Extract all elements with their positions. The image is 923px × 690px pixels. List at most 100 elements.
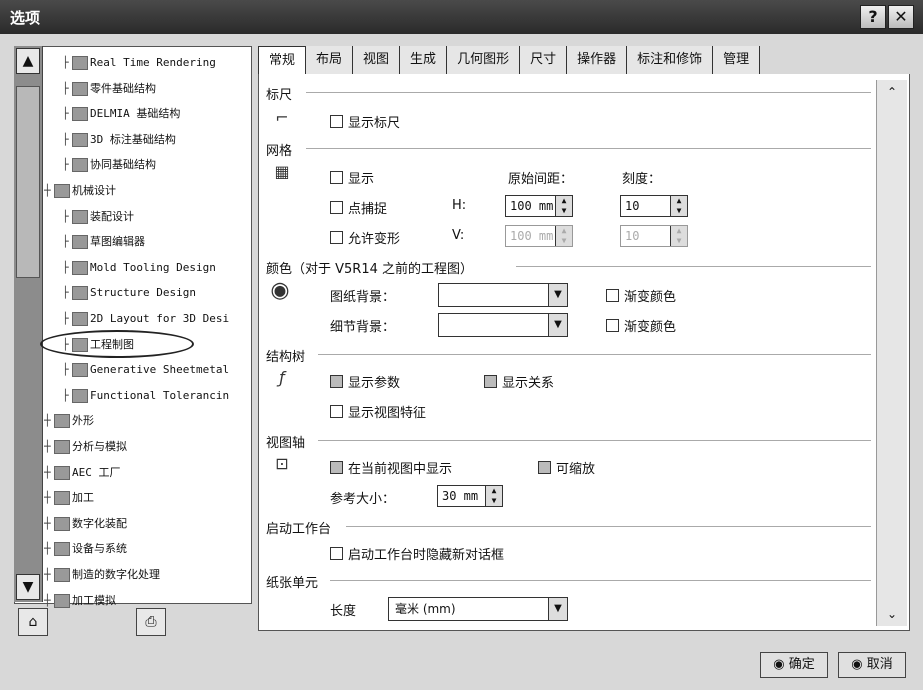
ok-label: 确定 [788,657,815,672]
tree-connector-icon: ┼ [44,184,51,197]
tree-item-label: 加工模拟 [72,593,116,607]
grid-show-checkbox[interactable]: 显示 [330,168,374,187]
grid-show-label: 显示 [348,172,375,187]
tab-8[interactable]: 管理 [713,46,761,74]
workbench-icon [72,132,88,147]
allow-distortion-checkbox[interactable]: 允许变形 [330,228,400,247]
scroll-down-icon[interactable]: ⌄ [882,604,902,624]
checkbox-icon[interactable] [538,461,551,474]
dropdown-arrow-icon[interactable]: ▼ [548,598,567,620]
checkbox-icon[interactable] [606,319,619,332]
tree-item[interactable]: ┼ 外形 [44,410,94,432]
gradient-color-checkbox-2[interactable]: 渐变颜色 [606,316,676,335]
tree-item-label: 零件基础结构 [90,81,156,95]
tree-item-label: 分析与模拟 [72,440,127,453]
hide-new-dialog-label: 启动工作台时隐藏新对话框 [348,548,505,563]
tree-item[interactable]: ┼ 设备与系统 [44,538,127,560]
help-button[interactable]: ? [860,5,886,29]
tree-item[interactable]: ├ 草图编辑器 [62,231,145,253]
tree-item[interactable]: ├ Mold Tooling Design [62,257,216,279]
ref-size-stepper[interactable]: 30 mm ▲ ▼ [437,485,503,507]
stepper-arrows-icon[interactable]: ▲ ▼ [555,196,572,216]
dropdown-arrow-icon[interactable]: ▼ [548,284,567,306]
ok-button[interactable]: ◉ 确定 [760,652,828,678]
checkbox-icon[interactable] [330,231,343,244]
tree-item[interactable]: ├ Generative Sheetmetal [62,359,229,381]
tree-item[interactable]: ├ Real Time Rendering [62,52,216,74]
scroll-up-arrow-icon[interactable]: ▲ [16,48,40,74]
tree-tool-icon-2[interactable]: ⎙ [136,608,166,636]
show-params-label: 显示参数 [348,376,401,391]
workbench-icon [72,158,88,173]
tree-item[interactable]: ├ 3D 标注基础结构 [62,129,176,151]
checkbox-icon[interactable] [330,375,343,388]
tree-item[interactable]: ┼ 分析与模拟 [44,436,127,458]
view-axis-icon: ⊡ [275,454,289,473]
checkbox-icon[interactable] [484,375,497,388]
tree-item[interactable]: ┼ 加工模拟 [44,590,116,612]
tree-item[interactable]: ├ 装配设计 [62,206,134,228]
stepper-arrows-icon[interactable]: ▲ ▼ [485,486,502,506]
tab-7[interactable]: 标注和修饰 [627,46,714,74]
tree-item-label: Functional Tolerancin [90,388,230,402]
tab-6[interactable]: 操作器 [567,46,628,74]
scroll-down-arrow-icon[interactable]: ▼ [16,574,40,600]
tree-item[interactable]: ┼ 机械设计 [44,180,116,202]
tree-item[interactable]: ┼ 加工 [44,487,94,509]
detail-bg-color-select[interactable]: ▼ [438,313,568,337]
show-view-features-checkbox[interactable]: 显示视图特征 [330,402,426,421]
tree-scrollbar[interactable]: ▲ ▼ [14,46,43,602]
show-params-checkbox[interactable]: 显示参数 [330,372,400,391]
tab-1[interactable]: 布局 [306,46,354,74]
content-scrollbar[interactable]: ⌃ ⌄ [876,80,907,626]
tree-item[interactable]: ├ Functional Tolerancin [62,385,229,407]
tab-0[interactable]: 常规 [258,46,307,75]
tree-item[interactable]: ┼ AEC 工厂 [44,462,121,484]
cancel-button[interactable]: ◉ 取消 [838,652,906,678]
checkbox-icon[interactable] [330,461,343,474]
dropdown-arrow-icon[interactable]: ▼ [548,314,567,336]
tree-item[interactable]: ├ 零件基础结构 [62,78,156,100]
sheet-bg-color-select[interactable]: ▼ [438,283,568,307]
h-graduation-stepper[interactable]: 10 ▲ ▼ [620,195,688,217]
tree-tool-icon-1[interactable]: ⌂ [18,608,48,636]
tab-3[interactable]: 生成 [400,46,448,74]
gradient-color-checkbox-1[interactable]: 渐变颜色 [606,286,676,305]
checkbox-icon[interactable] [606,289,619,302]
close-button[interactable]: ✕ [888,5,914,29]
tree-item-label: 3D 标注基础结构 [90,132,176,146]
tab-5[interactable]: 尺寸 [520,46,568,74]
scroll-up-icon[interactable]: ⌃ [882,82,902,102]
tree-item[interactable]: ┼ 制造的数字化处理 [44,564,160,586]
tree-item[interactable]: ├ DELMIA 基础结构 [62,103,180,125]
checkbox-icon[interactable] [330,405,343,418]
tree-item-label: Generative Sheetmetal [90,363,230,377]
ruler-separator [306,92,871,93]
show-relations-checkbox[interactable]: 显示关系 [484,372,554,391]
grid-snap-checkbox[interactable]: 点捕捉 [330,198,387,217]
checkbox-icon[interactable] [330,547,343,560]
tree-item-label: 数字化装配 [72,516,127,530]
display-in-current-view-checkbox[interactable]: 在当前视图中显示 [330,458,452,477]
tab-4[interactable]: 几何图形 [447,46,521,74]
scroll-thumb[interactable] [16,86,40,278]
tab-2[interactable]: 视图 [353,46,401,74]
tree-item[interactable]: ├ 协同基础结构 [62,154,156,176]
h-spacing-stepper[interactable]: 100 mm ▲ ▼ [505,195,573,217]
checkbox-icon[interactable] [330,115,343,128]
tree-item-label: 协同基础结构 [90,158,156,172]
stepper-arrows-icon[interactable]: ▲ ▼ [670,196,687,216]
show-ruler-checkbox[interactable]: 显示标尺 [330,112,400,131]
checkbox-icon[interactable] [330,201,343,214]
ruler-icon: ⌐ [275,108,289,127]
cancel-label: 取消 [866,657,893,672]
hide-new-dialog-checkbox[interactable]: 启动工作台时隐藏新对话框 [330,544,504,563]
tree-connector-icon: ├ [62,158,69,172]
length-unit-select[interactable]: 毫米 (mm) ▼ [388,597,568,621]
tree-item[interactable]: ├ 2D Layout for 3D Desi [62,308,229,330]
detail-bg-label: 细节背景： [330,320,396,335]
zoomable-checkbox[interactable]: 可缩放 [538,458,595,477]
checkbox-icon[interactable] [330,171,343,184]
tree-item[interactable]: ┼ 数字化装配 [44,513,127,535]
tree-item[interactable]: ├ Structure Design [62,282,196,304]
